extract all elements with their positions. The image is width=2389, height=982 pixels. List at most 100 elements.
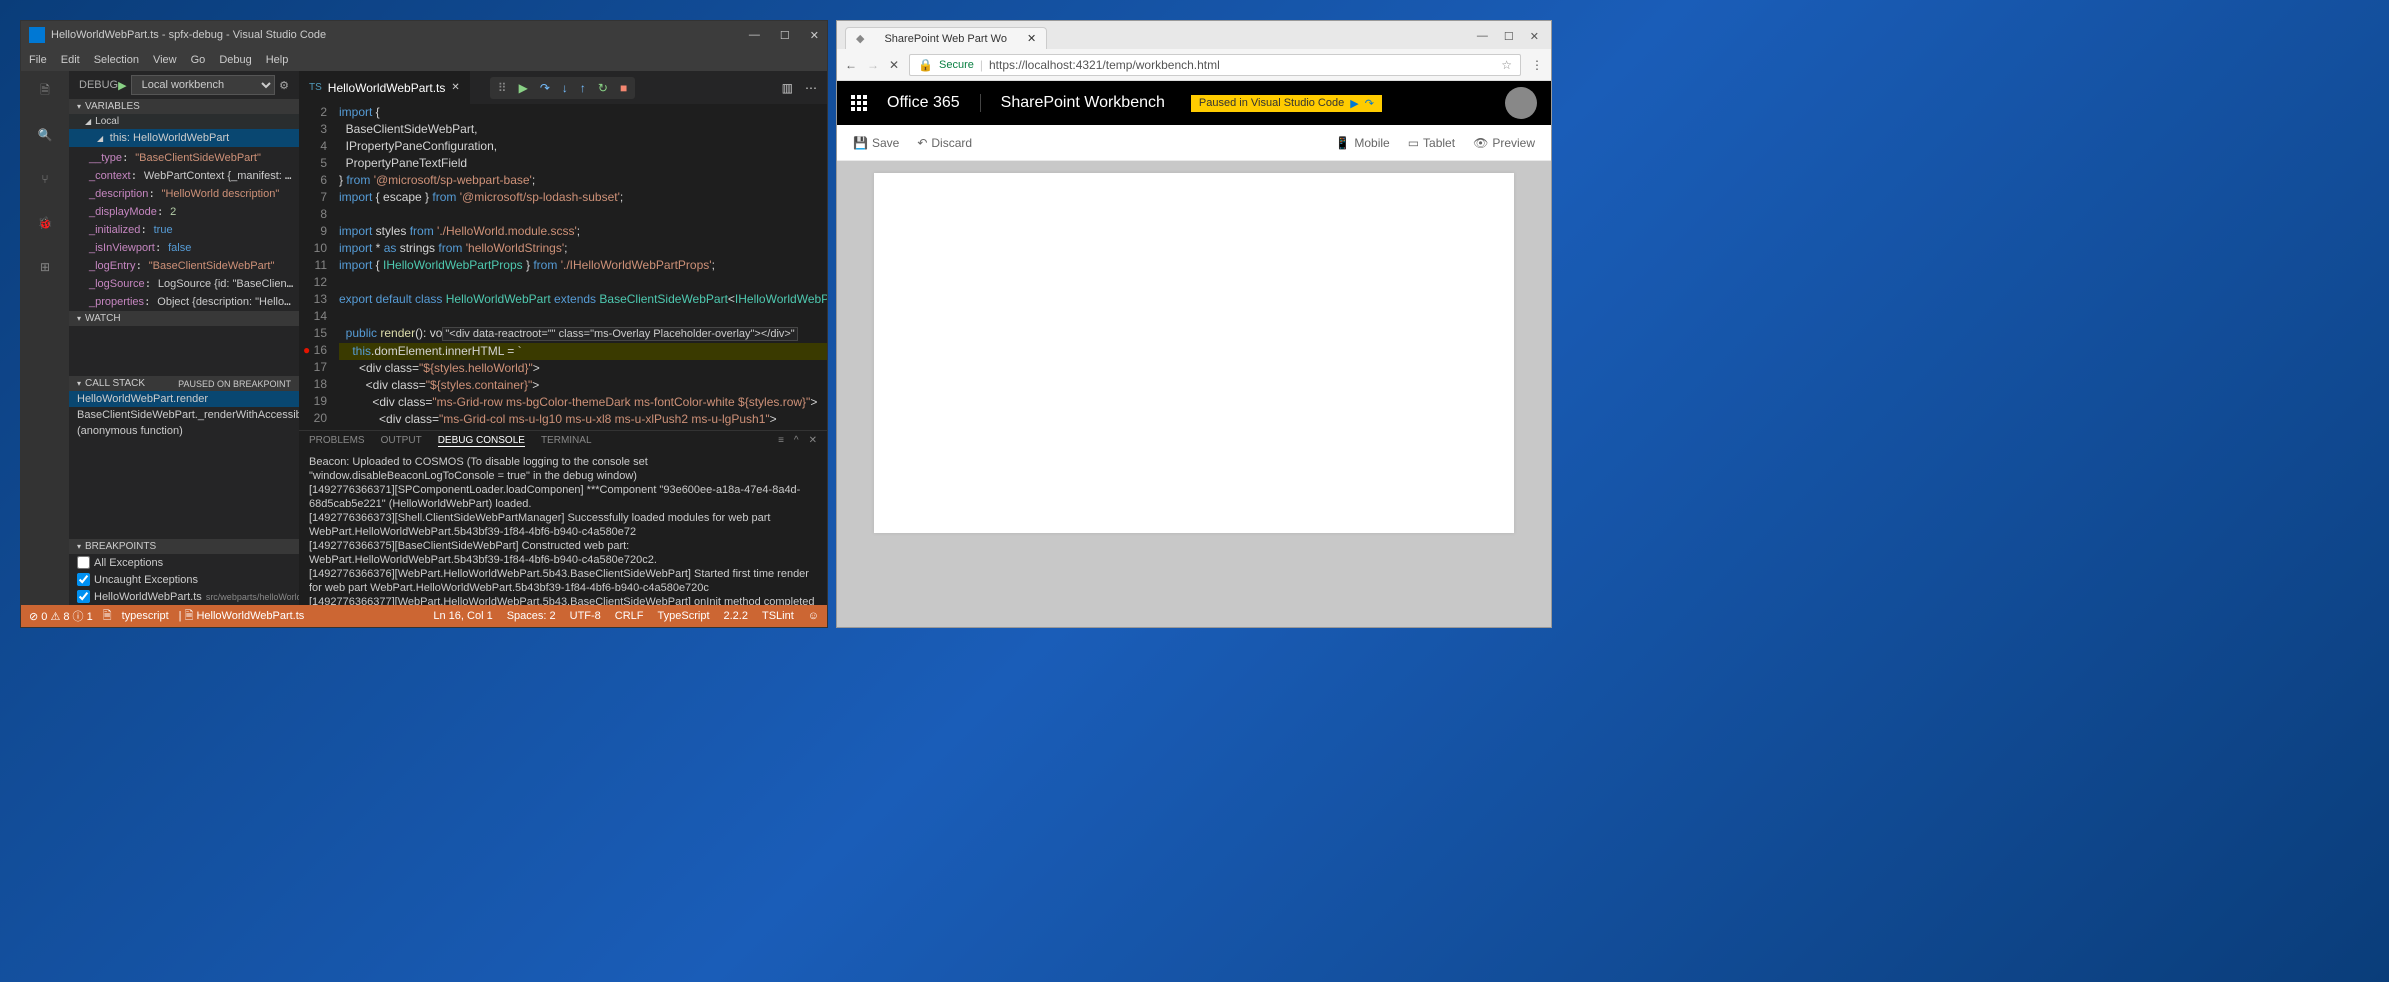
panel-tab-problems[interactable]: PROBLEMS — [309, 435, 365, 447]
status-mode[interactable]: TypeScript — [658, 610, 710, 622]
breakpoints-header[interactable]: ▾BREAKPOINTS — [69, 539, 299, 554]
variable-row[interactable]: _logEntry: "BaseClientSideWebPart" — [69, 257, 299, 275]
mobile-button[interactable]: 📱Mobile — [1335, 136, 1389, 150]
bp-file[interactable]: HelloWorldWebPart.ts src/webparts/helloW… — [69, 588, 299, 605]
url-field[interactable]: 🔒 Secure | https://localhost:4321/temp/w… — [909, 54, 1521, 76]
menu-edit[interactable]: Edit — [61, 54, 80, 66]
forward-button[interactable]: → — [867, 58, 879, 72]
split-editor-icon[interactable]: ▥ — [782, 81, 793, 95]
debug-toolbar: ⠿ ▶ ↷ ↓ ↑ ↻ ■ — [490, 77, 635, 99]
variables-header[interactable]: ▾VARIABLES — [69, 99, 299, 114]
gear-icon[interactable]: ⚙ — [279, 79, 289, 92]
address-bar: ← → ✕ 🔒 Secure | https://localhost:4321/… — [837, 49, 1551, 81]
menu-go[interactable]: Go — [191, 54, 206, 66]
variable-row[interactable]: _context: WebPartContext {_manifest: Obj… — [69, 167, 299, 185]
panel-tab-output[interactable]: OUTPUT — [381, 435, 422, 447]
local-scope[interactable]: ◢Local — [69, 114, 299, 129]
status-lang[interactable]: typescript — [122, 610, 169, 622]
start-debug-button[interactable]: ▶ — [118, 79, 126, 92]
bookmark-icon[interactable]: ☆ — [1501, 58, 1512, 72]
restart-button[interactable]: ↻ — [598, 81, 608, 95]
callstack-frame-1[interactable]: BaseClientSideWebPart._renderWithAccessi… — [69, 407, 299, 423]
status-tsver[interactable]: 2.2.2 — [724, 610, 748, 622]
menu-file[interactable]: File — [29, 54, 47, 66]
var-this[interactable]: ◢ this: HelloWorldWebPart — [69, 129, 299, 147]
panel-tab-terminal[interactable]: TERMINAL — [541, 435, 592, 447]
debug-icon[interactable]: 🐞 — [33, 211, 57, 235]
discard-button[interactable]: ↶Discard — [917, 136, 972, 150]
tab-close-icon[interactable]: ✕ — [451, 82, 459, 93]
code-editor[interactable]: 2345678910111213141516171819202122232425… — [299, 104, 827, 430]
variable-row[interactable]: _logSource: LogSource {id: "BaseClientSi… — [69, 275, 299, 293]
resume-icon[interactable]: ▶ — [1350, 97, 1358, 110]
maximize-button[interactable]: ☐ — [1504, 30, 1514, 43]
status-position[interactable]: Ln 16, Col 1 — [433, 610, 492, 622]
variable-tree: __type: "BaseClientSideWebPart"_context:… — [69, 147, 299, 311]
status-encoding[interactable]: UTF-8 — [570, 610, 601, 622]
browser-window: ◆ SharePoint Web Part Wo ✕ — ☐ ✕ ← → ✕ 🔒… — [836, 20, 1552, 628]
tab-close-icon[interactable]: ✕ — [1027, 32, 1036, 45]
clear-console-icon[interactable]: ≡ — [778, 435, 784, 447]
bp-all-exceptions[interactable]: All Exceptions — [69, 554, 299, 571]
reload-button[interactable]: ✕ — [889, 58, 899, 72]
extensions-icon[interactable]: ⊞ — [33, 255, 57, 279]
panel-tab-debug-console[interactable]: DEBUG CONSOLE — [438, 435, 525, 447]
tablet-button[interactable]: ▭Tablet — [1408, 136, 1455, 150]
panel-close-icon[interactable]: ✕ — [809, 435, 817, 447]
callstack-frame-2[interactable]: (anonymous function) — [69, 423, 299, 439]
tablet-icon: ▭ — [1408, 136, 1419, 150]
step-icon[interactable]: ↷ — [1365, 97, 1374, 110]
status-spaces[interactable]: Spaces: 2 — [507, 610, 556, 622]
status-errors[interactable]: ⊘ 0 ⚠ 8 ⓘ 1 — [29, 608, 93, 624]
watch-header[interactable]: ▾WATCH — [69, 311, 299, 326]
minimize-button[interactable]: — — [749, 29, 760, 42]
paused-badge: Paused in Visual Studio Code ▶ ↷ — [1191, 95, 1382, 112]
variable-row[interactable]: _properties: Object {description: "Hello… — [69, 293, 299, 311]
status-lint[interactable]: TSLint — [762, 610, 794, 622]
minimize-button[interactable]: — — [1477, 30, 1488, 43]
menu-selection[interactable]: Selection — [94, 54, 139, 66]
step-out-button[interactable]: ↑ — [580, 81, 586, 95]
explorer-icon[interactable]: 🗎 — [33, 79, 57, 103]
vscode-icon — [29, 27, 45, 43]
stop-button[interactable]: ■ — [620, 81, 627, 95]
save-button[interactable]: 💾Save — [853, 136, 899, 150]
status-feedback-icon[interactable]: ☺ — [808, 610, 819, 622]
step-into-button[interactable]: ↓ — [562, 81, 568, 95]
variable-row[interactable]: _initialized: true — [69, 221, 299, 239]
menu-icon[interactable]: ⋮ — [1531, 58, 1543, 72]
browser-tab-title: SharePoint Web Part Wo — [884, 33, 1007, 45]
git-icon[interactable]: ⑂ — [33, 167, 57, 191]
avatar[interactable] — [1505, 87, 1537, 119]
variable-row[interactable]: _description: "HelloWorld description" — [69, 185, 299, 203]
canvas-page[interactable] — [874, 173, 1514, 533]
debug-config-select[interactable]: Local workbench — [131, 75, 276, 95]
menu-view[interactable]: View — [153, 54, 177, 66]
continue-button[interactable]: ▶ — [519, 81, 528, 95]
variable-row[interactable]: __type: "BaseClientSideWebPart" — [69, 149, 299, 167]
menu-debug[interactable]: Debug — [219, 54, 251, 66]
step-over-button[interactable]: ↷ — [540, 81, 550, 95]
search-icon[interactable]: 🔍 — [33, 123, 57, 147]
status-eol[interactable]: CRLF — [615, 610, 644, 622]
close-button[interactable]: ✕ — [810, 29, 819, 42]
drag-handle-icon[interactable]: ⠿ — [498, 81, 507, 95]
panel-maximize-icon[interactable]: ^ — [794, 435, 799, 447]
browser-tab[interactable]: ◆ SharePoint Web Part Wo ✕ — [845, 27, 1047, 49]
callstack-frame-0[interactable]: HelloWorldWebPart.render — [69, 391, 299, 407]
close-button[interactable]: ✕ — [1530, 30, 1539, 43]
preview-button[interactable]: 👁Preview — [1473, 136, 1535, 150]
debug-console-output[interactable]: Beacon: Uploaded to COSMOS (To disable l… — [299, 451, 827, 605]
bp-uncaught[interactable]: Uncaught Exceptions — [69, 571, 299, 588]
back-button[interactable]: ← — [845, 58, 857, 72]
variable-row[interactable]: _isInViewport: false — [69, 239, 299, 257]
workbench-canvas[interactable] — [837, 161, 1551, 627]
o365-brand[interactable]: Office 365 — [887, 94, 960, 112]
menu-help[interactable]: Help — [266, 54, 289, 66]
more-icon[interactable]: ⋯ — [805, 81, 817, 95]
editor-tab[interactable]: TS HelloWorldWebPart.ts ✕ — [299, 71, 470, 104]
app-launcher-icon[interactable] — [851, 95, 867, 111]
maximize-button[interactable]: ☐ — [780, 29, 790, 42]
callstack-header[interactable]: ▾CALL STACKPAUSED ON BREAKPOINT — [69, 376, 299, 391]
variable-row[interactable]: _displayMode: 2 — [69, 203, 299, 221]
